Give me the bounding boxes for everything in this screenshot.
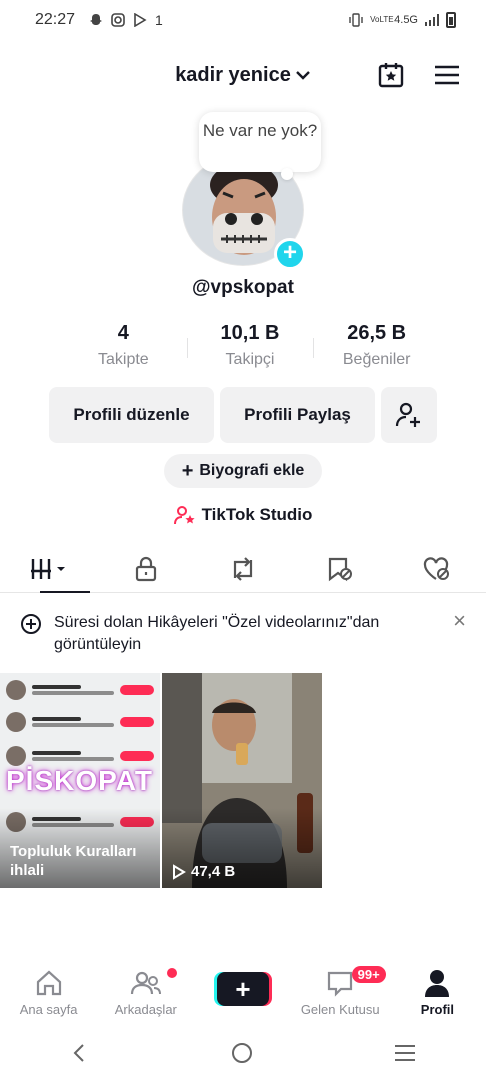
- violation-label: Topluluk Kuralları ihlali: [10, 843, 137, 879]
- chevron-down-icon: [295, 71, 310, 80]
- profile-icon: [425, 970, 450, 997]
- profile-stats: 4 Takipte 10,1 B Takipçi 26,5 B Beğenile…: [60, 322, 440, 369]
- studio-user-star-icon: [173, 506, 195, 525]
- back-icon[interactable]: [70, 1043, 90, 1063]
- story-add-icon: [21, 614, 41, 634]
- inbox-icon: [328, 971, 353, 997]
- nav-home[interactable]: Ana sayfa: [0, 968, 97, 1017]
- nav-create[interactable]: +: [194, 968, 291, 1006]
- home-icon: [36, 970, 61, 996]
- add-bio-label: Biyografi ekle: [199, 462, 305, 479]
- content-tabs: [0, 545, 486, 593]
- nav-profile-label: Profil: [420, 1002, 455, 1017]
- tab-reposts[interactable]: [194, 545, 291, 592]
- close-icon[interactable]: ×: [453, 610, 466, 632]
- home-circle-icon[interactable]: [231, 1042, 253, 1064]
- tiktok-studio-link[interactable]: TikTok Studio: [0, 505, 486, 525]
- nav-inbox[interactable]: 99+ Gelen Kutusu: [292, 966, 389, 1017]
- stat-value: 26,5 B: [347, 322, 407, 344]
- view-count-value: 47,4 B: [191, 863, 236, 880]
- profile-actions: Profili düzenle Profili Paylaş: [49, 387, 437, 443]
- hamburger-menu-icon: [435, 65, 459, 85]
- tab-favorites[interactable]: [292, 545, 389, 592]
- tiktok-studio-label: TikTok Studio: [201, 505, 313, 524]
- add-avatar-button[interactable]: +: [274, 238, 306, 270]
- stat-followers[interactable]: 10,1 B Takipçi: [186, 322, 314, 369]
- system-nav: [0, 1035, 486, 1071]
- nav-home-label: Ana sayfa: [19, 1002, 78, 1017]
- videos-grid-icon: [30, 558, 65, 579]
- status-right: VoLTE 4.5G: [348, 12, 456, 28]
- add-user-icon: [395, 402, 420, 427]
- status-time: 22:27: [35, 11, 76, 28]
- status-bubble-text: Ne var ne yok?: [202, 121, 318, 140]
- calendar-star-button[interactable]: [376, 60, 406, 90]
- add-friend-button[interactable]: [381, 387, 437, 443]
- create-plus-icon[interactable]: +: [217, 972, 269, 1006]
- volte-label: VoLTE: [370, 15, 394, 24]
- signal-icon: [425, 14, 439, 26]
- thumb-decor-row: [6, 745, 154, 767]
- edit-profile-button[interactable]: Profili düzenle: [49, 387, 214, 443]
- tab-private[interactable]: [97, 545, 194, 592]
- status-app-icons: 1: [89, 12, 163, 28]
- nav-friends[interactable]: Arkadaşlar: [97, 968, 194, 1017]
- heart-hidden-icon: [424, 556, 450, 580]
- play-icon: [134, 13, 147, 27]
- stat-label: Takipçi: [225, 351, 275, 368]
- add-bio-button[interactable]: + Biyografi ekle: [164, 454, 322, 488]
- stat-label: Beğeniler: [342, 351, 411, 368]
- play-outline-icon: [173, 863, 186, 880]
- video-thumbnail[interactable]: 47,4 B: [162, 673, 322, 888]
- stat-value: 4: [117, 322, 129, 344]
- plus-icon: +: [181, 459, 194, 482]
- notice-text: Süresi dolan Hikâyeleri "Özel videoların…: [54, 614, 380, 653]
- repost-icon: [233, 556, 253, 581]
- tab-liked[interactable]: [389, 545, 486, 592]
- nav-profile[interactable]: Profil: [389, 968, 486, 1017]
- username: kadir yenice: [175, 63, 291, 86]
- video-thumbnail[interactable]: PİSKOPAT Topluluk Kuralları ihlali: [0, 673, 160, 888]
- calendar-star-icon: [378, 63, 404, 88]
- view-count: 47,4 B: [172, 863, 235, 880]
- vibrate-icon: [349, 13, 363, 27]
- network-type: 4.5G: [394, 14, 418, 26]
- bookmark-hidden-icon: [329, 557, 353, 581]
- thumb-decor-row: [6, 711, 154, 733]
- notification-count: 1: [155, 12, 163, 28]
- share-profile-button[interactable]: Profili Paylaş: [220, 387, 375, 443]
- menu-button[interactable]: [432, 60, 462, 90]
- instagram-icon: [111, 13, 125, 27]
- expired-stories-notice[interactable]: Süresi dolan Hikâyeleri "Özel videoların…: [0, 602, 486, 662]
- stat-label: Takipte: [97, 351, 149, 368]
- stat-following[interactable]: 4 Takipte: [60, 322, 187, 369]
- profile-header: kadir yenice: [0, 52, 486, 98]
- video-grid: PİSKOPAT Topluluk Kuralları ihlali 47,4 …: [0, 673, 322, 888]
- thumb-decor-row: [6, 679, 154, 701]
- thumbnail-overlay-text: PİSKOPAT: [6, 765, 153, 796]
- account-switcher[interactable]: kadir yenice: [175, 64, 311, 87]
- profile-handle: @vpskopat: [192, 277, 294, 298]
- stat-value: 10,1 B: [220, 322, 280, 344]
- friends-notification-dot: [167, 968, 178, 978]
- bottom-nav: Ana sayfa Arkadaşlar + 99+ Gelen Kutusu …: [0, 966, 486, 1028]
- battery-icon: [446, 12, 456, 28]
- stat-likes[interactable]: 26,5 B Beğeniler: [313, 322, 440, 369]
- inbox-badge: 99+: [351, 966, 386, 983]
- lock-icon: [135, 556, 156, 581]
- snapchat-icon: [90, 14, 103, 25]
- friends-icon: [130, 971, 161, 995]
- nav-friends-label: Arkadaşlar: [114, 1002, 177, 1017]
- tab-videos[interactable]: [0, 545, 97, 593]
- nav-inbox-label: Gelen Kutusu: [300, 1002, 380, 1017]
- recents-icon[interactable]: [394, 1044, 416, 1062]
- status-bubble[interactable]: Ne var ne yok?: [199, 112, 321, 180]
- status-bar: 22:27 1 VoLTE 4.5G: [0, 0, 486, 40]
